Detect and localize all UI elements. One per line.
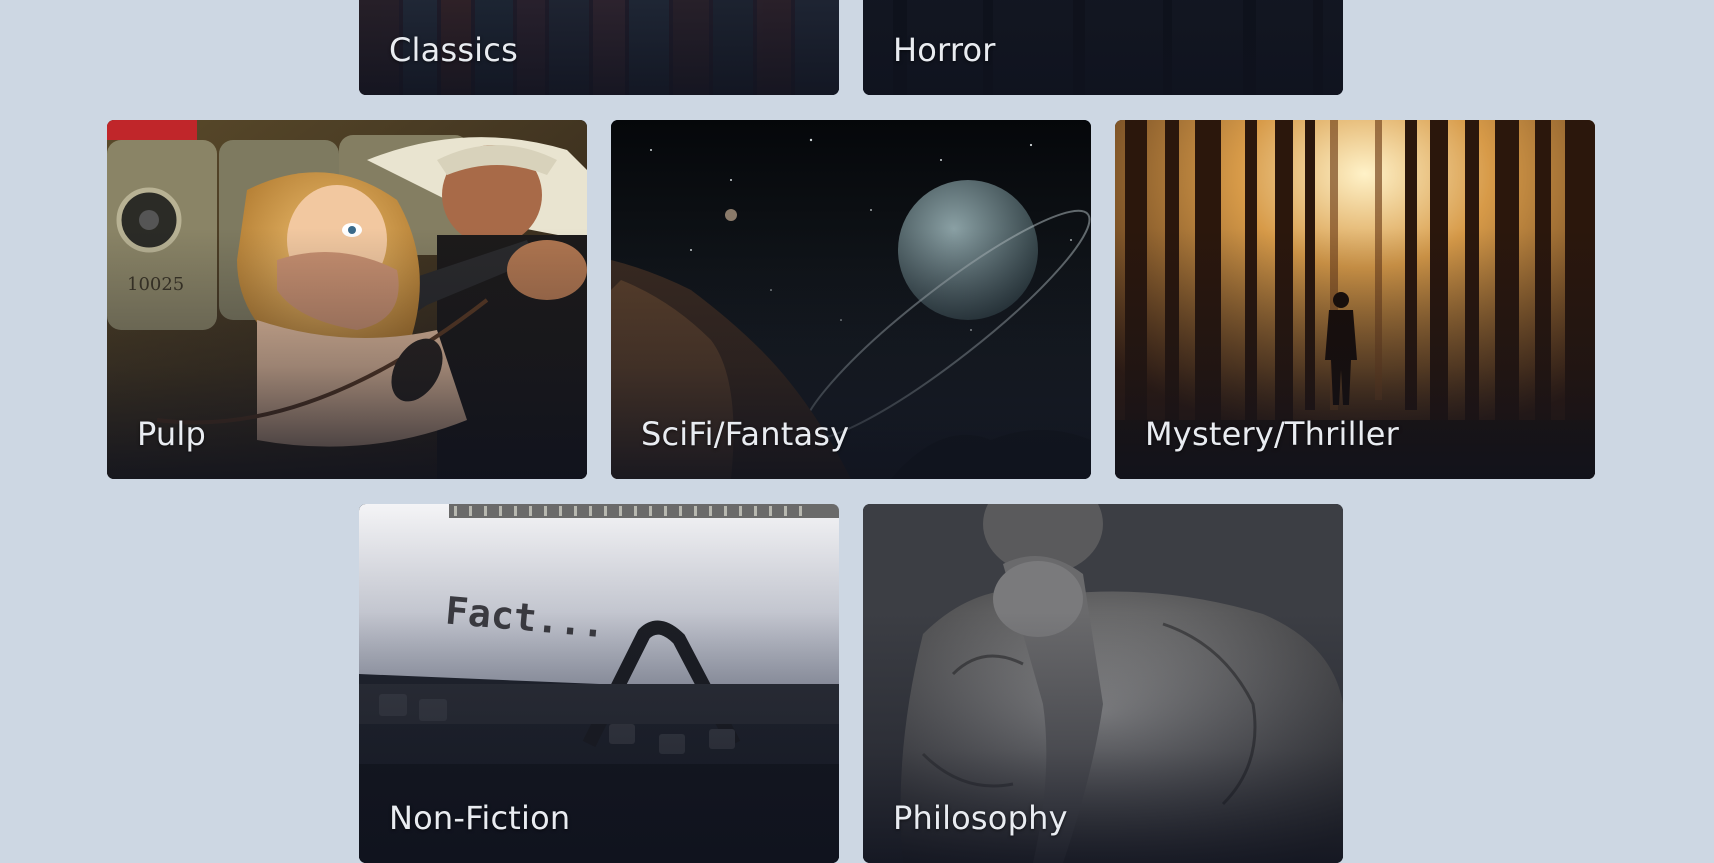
category-label: Mystery/Thriller (1145, 415, 1400, 453)
category-card-nonfiction[interactable]: Fact... Non-Fiction (359, 504, 839, 863)
category-label: Classics (389, 31, 518, 69)
category-card-classics[interactable]: Classics (359, 0, 839, 95)
category-label: Philosophy (893, 799, 1068, 837)
category-card-philosophy[interactable]: Philosophy (863, 504, 1343, 863)
category-label: Horror (893, 31, 996, 69)
category-card-pulp[interactable]: 10025 Pulp (107, 120, 587, 479)
category-label: Non-Fiction (389, 799, 571, 837)
category-card-scifi[interactable]: SciFi/Fantasy (611, 120, 1091, 479)
category-card-mystery[interactable]: Mystery/Thriller (1115, 120, 1595, 479)
category-label: Pulp (137, 415, 207, 453)
category-card-horror[interactable]: Horror (863, 0, 1343, 95)
category-label: SciFi/Fantasy (641, 415, 850, 453)
